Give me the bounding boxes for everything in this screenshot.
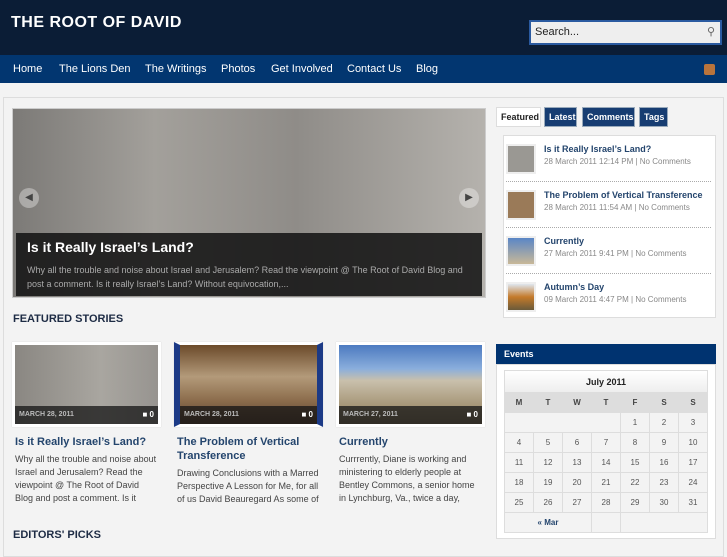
calendar-day: 21 — [591, 472, 621, 493]
rss-icon[interactable] — [704, 64, 715, 75]
calendar-prev-link[interactable]: « Mar — [504, 512, 592, 533]
nav-blog[interactable]: Blog — [416, 63, 438, 75]
tab-featured[interactable]: Featured — [496, 107, 541, 127]
weekday-header: M — [504, 392, 534, 413]
weekday-header: W — [562, 392, 592, 413]
story-image[interactable]: MARCH 27, 2011 ■ 0 — [336, 342, 485, 427]
story-image[interactable]: MARCH 28, 2011 ■ 0 — [12, 342, 161, 427]
slider-next-arrow-icon[interactable]: ▶ — [459, 188, 479, 208]
calendar-day: 27 — [562, 492, 592, 513]
calendar-day: 6 — [562, 432, 592, 453]
slider-excerpt: Why all the trouble and noise about Isra… — [27, 265, 463, 289]
list-item: Autumn’s Day 09 March 2011 4:47 PM | No C… — [506, 274, 711, 320]
calendar-day: 13 — [562, 452, 592, 473]
site-title[interactable]: THE ROOT OF DAVID — [11, 14, 182, 32]
slider-title[interactable]: Is it Really Israel’s Land? — [27, 239, 471, 255]
calendar-day: 22 — [620, 472, 650, 493]
calendar-day: 19 — [533, 472, 563, 493]
tab-comments[interactable]: Comments — [582, 107, 635, 127]
story-title[interactable]: The Problem of Vertical Transference — [177, 435, 320, 463]
search-icon[interactable]: ⚲ — [707, 25, 715, 38]
list-item: Currently 27 March 2011 9:41 PM | No Comm… — [506, 228, 711, 274]
calendar-pad — [504, 412, 621, 433]
calendar-pad — [591, 512, 621, 533]
weekday-header: S — [678, 392, 708, 413]
story-image[interactable]: MARCH 28, 2011 ■ 0 — [174, 342, 323, 427]
story-card: MARCH 28, 2011 ■ 0 Is it Really Israel’s … — [12, 342, 161, 505]
nav-writings[interactable]: The Writings — [145, 63, 207, 75]
story-title[interactable]: Is it Really Israel’s Land? — [15, 435, 158, 449]
calendar-day: 14 — [591, 452, 621, 473]
calendar-day: 2 — [649, 412, 679, 433]
thumbnail[interactable] — [506, 144, 536, 174]
tab-tags[interactable]: Tags — [639, 107, 668, 127]
weekday-header: S — [649, 392, 679, 413]
weekday-header: T — [533, 392, 563, 413]
calendar-day: 31 — [678, 492, 708, 513]
calendar: July 2011 MTWTFSS 1 2 3 4 5 6 7 8 9 10 11 12 13 14 15 1… — [504, 370, 708, 533]
calendar-day: 7 — [591, 432, 621, 453]
thumbnail[interactable] — [506, 236, 536, 266]
calendar-day: 9 — [649, 432, 679, 453]
calendar-day: 24 — [678, 472, 708, 493]
list-item: Is it Really Israel’s Land? 28 March 2011… — [506, 136, 711, 182]
nav-lions-den[interactable]: The Lions Den — [59, 63, 131, 75]
search-input[interactable]: Search... ⚲ — [529, 20, 722, 45]
calendar-day: 8 — [620, 432, 650, 453]
nav-photos[interactable]: Photos — [221, 63, 255, 75]
featured-stories-heading: FEATURED STORIES — [13, 313, 124, 325]
editors-picks-heading: EDITORS' PICKS — [13, 529, 101, 541]
site-header: THE ROOT OF DAVID Search... ⚲ — [0, 0, 727, 55]
calendar-day: 5 — [533, 432, 563, 453]
calendar-day: 12 — [533, 452, 563, 473]
calendar-day: 18 — [504, 472, 534, 493]
calendar-day: 10 — [678, 432, 708, 453]
story-excerpt: Drawing Conclusions with a Marred Perspe… — [177, 468, 319, 504]
calendar-day: 11 — [504, 452, 534, 473]
events-heading: Events — [496, 344, 716, 364]
tab-panel: Is it Really Israel’s Land? 28 March 2011… — [503, 135, 716, 318]
comment-count[interactable]: ■ 0 — [466, 410, 478, 419]
nav-contact[interactable]: Contact Us — [347, 63, 401, 75]
calendar-day: 29 — [620, 492, 650, 513]
calendar-day: 25 — [504, 492, 534, 513]
comment-count[interactable]: ■ 0 — [301, 410, 313, 419]
calendar-day: 23 — [649, 472, 679, 493]
story-excerpt: Currrently, Diane is working and ministe… — [339, 454, 475, 503]
thumbnail[interactable] — [506, 282, 536, 312]
slider-caption: Is it Really Israel’s Land? Why all the … — [16, 233, 482, 296]
list-item: The Problem of Vertical Transference 28 M… — [506, 182, 711, 228]
calendar-day: 20 — [562, 472, 592, 493]
slider-prev-arrow-icon[interactable]: ◀ — [19, 188, 39, 208]
calendar-day: 26 — [533, 492, 563, 513]
story-card: MARCH 28, 2011 ■ 0 The Problem of Vertica… — [174, 342, 323, 506]
calendar-month: July 2011 — [504, 370, 708, 392]
calendar-pad — [620, 512, 708, 533]
story-title[interactable]: Currently — [339, 435, 482, 449]
weekday-header: T — [591, 392, 621, 413]
story-card: MARCH 27, 2011 ■ 0 Currently Currrently, … — [336, 342, 485, 505]
thumbnail[interactable] — [506, 190, 536, 220]
calendar-day: 15 — [620, 452, 650, 473]
weekday-header: F — [620, 392, 650, 413]
calendar-day: 17 — [678, 452, 708, 473]
featured-slider[interactable]: ◀ ▶ Is it Really Israel’s Land? Why all … — [12, 108, 486, 298]
comment-count[interactable]: ■ 0 — [142, 410, 154, 419]
story-excerpt: Why all the trouble and noise about Isra… — [15, 454, 157, 503]
calendar-day: 4 — [504, 432, 534, 453]
main-nav: Home The Lions Den The Writings Photos G… — [0, 55, 727, 83]
calendar-day: 1 — [620, 412, 650, 433]
calendar-day: 30 — [649, 492, 679, 513]
nav-home[interactable]: Home — [13, 63, 42, 75]
calendar-day: 3 — [678, 412, 708, 433]
calendar-day: 16 — [649, 452, 679, 473]
calendar-day: 28 — [591, 492, 621, 513]
tab-latest[interactable]: Latest — [544, 107, 577, 127]
nav-get-involved[interactable]: Get Involved — [271, 63, 333, 75]
